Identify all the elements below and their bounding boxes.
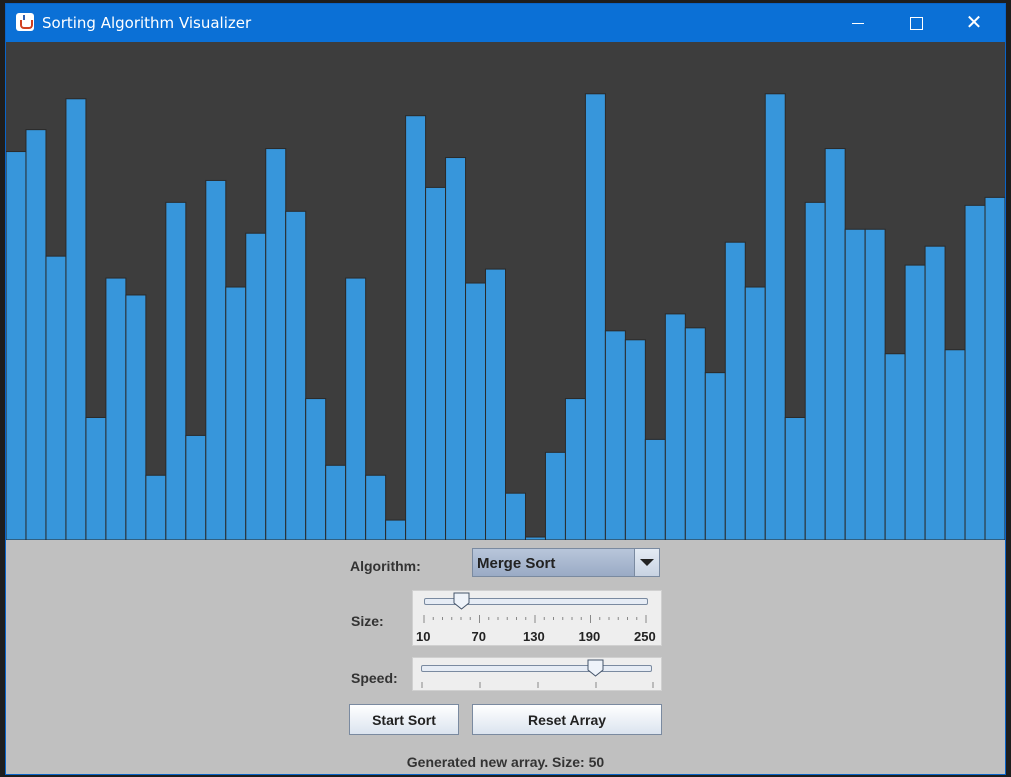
- algorithm-select[interactable]: Merge Sort: [472, 548, 660, 577]
- array-bar: [684, 327, 706, 540]
- speed-slider[interactable]: [412, 657, 662, 691]
- speed-label: Speed:: [351, 670, 398, 686]
- array-bar: [325, 464, 347, 540]
- algorithm-selected-value: Merge Sort: [477, 555, 556, 572]
- speed-slider-track[interactable]: [421, 665, 652, 672]
- array-bar: [25, 129, 47, 540]
- array-bar: [145, 474, 167, 540]
- array-bar: [125, 294, 147, 540]
- array-bar: [784, 416, 806, 540]
- status-text: Generated new array. Size: 50: [406, 754, 605, 770]
- array-bar: [664, 313, 686, 540]
- array-bar: [584, 93, 606, 540]
- array-bar: [85, 416, 107, 540]
- start-sort-button[interactable]: Start Sort: [349, 704, 459, 735]
- title-bar[interactable]: Sorting Algorithm Visualizer ✕: [6, 4, 1005, 42]
- array-bar: [6, 151, 27, 540]
- array-bar: [445, 157, 467, 540]
- control-panel: Algorithm: Merge Sort Size: 10 70 130 190 25…: [6, 540, 1005, 774]
- array-bar: [345, 277, 367, 540]
- array-bar: [724, 241, 746, 540]
- array-bar: [505, 492, 526, 540]
- size-slider-thumb[interactable]: [453, 592, 470, 610]
- array-bar: [764, 93, 786, 540]
- reset-array-button[interactable]: Reset Array: [472, 704, 662, 735]
- array-bar: [185, 434, 207, 540]
- speed-slider-ticks: [421, 682, 654, 688]
- array-bar: [285, 210, 307, 540]
- array-bar: [105, 277, 127, 540]
- array-bar: [884, 353, 906, 540]
- array-bar: [485, 268, 506, 540]
- maximize-button[interactable]: [887, 4, 945, 42]
- array-bar: [165, 201, 187, 540]
- size-tick-label: 130: [523, 629, 545, 644]
- visualization-canvas: [6, 42, 1005, 540]
- array-bar: [425, 186, 447, 540]
- speed-slider-thumb[interactable]: [587, 659, 604, 677]
- algorithm-label: Algorithm:: [350, 558, 421, 574]
- bar-chart: [6, 93, 1005, 540]
- array-bar: [305, 398, 327, 540]
- array-bar: [644, 438, 666, 540]
- array-bar: [225, 286, 247, 540]
- window-title: Sorting Algorithm Visualizer: [42, 14, 252, 32]
- array-bar: [365, 474, 387, 540]
- array-bar: [65, 98, 87, 540]
- array-bar: [744, 286, 766, 540]
- array-bar: [385, 519, 407, 540]
- size-tick-label: 10: [416, 629, 431, 644]
- array-bar: [804, 201, 826, 540]
- size-tick-label: 250: [634, 629, 656, 644]
- array-bar: [45, 255, 67, 540]
- array-bar: [944, 349, 966, 540]
- array-bar: [984, 196, 1005, 540]
- size-tick-label: 190: [578, 629, 601, 644]
- array-bar: [245, 232, 267, 540]
- array-bar: [265, 148, 287, 540]
- array-bar: [904, 264, 926, 540]
- size-slider[interactable]: 10 70 130 190 250: [412, 590, 662, 646]
- close-icon: ✕: [965, 12, 983, 34]
- size-tick-label: 70: [471, 629, 486, 644]
- array-bar: [405, 115, 427, 540]
- array-bar: [824, 148, 846, 540]
- array-bar: [624, 339, 646, 540]
- array-bar: [924, 245, 946, 540]
- close-button[interactable]: ✕: [945, 4, 1003, 42]
- array-bar: [205, 179, 227, 540]
- app-window: Sorting Algorithm Visualizer ✕ Algorithm…: [5, 3, 1006, 775]
- array-bar: [604, 330, 626, 540]
- java-app-icon: [16, 13, 34, 31]
- array-bar: [864, 228, 886, 540]
- array-bar: [964, 204, 986, 540]
- array-bar: [844, 228, 866, 540]
- array-bar: [704, 372, 726, 540]
- size-label: Size:: [351, 613, 384, 629]
- chevron-down-icon[interactable]: [634, 549, 659, 576]
- array-bar: [564, 398, 586, 540]
- minimize-icon: [852, 22, 864, 24]
- minimize-button[interactable]: [829, 4, 887, 42]
- size-slider-ticks: [423, 615, 647, 623]
- array-bar: [465, 282, 487, 540]
- maximize-icon: [909, 16, 923, 30]
- array-bar: [544, 451, 566, 540]
